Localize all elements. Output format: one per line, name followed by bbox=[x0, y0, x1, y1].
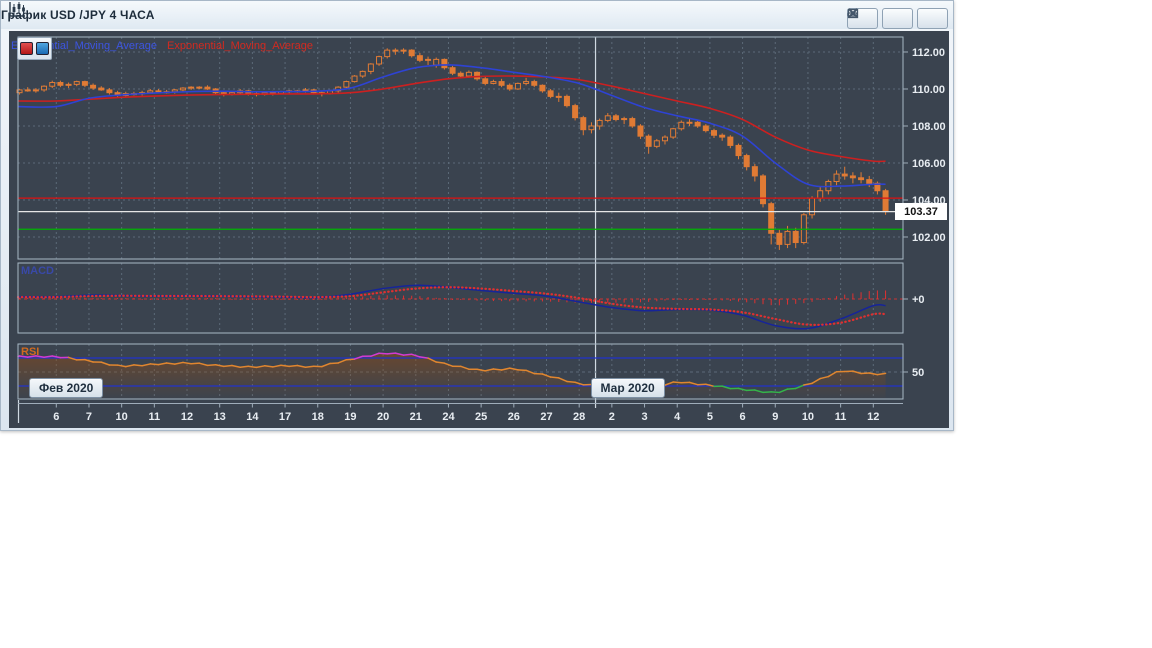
x-tick-label: 17 bbox=[279, 411, 291, 423]
x-tick-label: 14 bbox=[246, 411, 259, 423]
month-button-feb-2020[interactable]: Фев 2020 bbox=[29, 378, 104, 398]
red-series-swatch-button[interactable] bbox=[20, 42, 33, 55]
x-tick-label: 3 bbox=[641, 411, 647, 423]
x-tick-label: 28 bbox=[573, 411, 585, 423]
x-tick-label: 11 bbox=[835, 411, 847, 423]
x-tick-label: 9 bbox=[772, 411, 778, 423]
legend-button-panel bbox=[17, 37, 52, 60]
price-tick-label: 112.00 bbox=[912, 47, 945, 59]
rsi-panel-label: RSI bbox=[21, 346, 40, 358]
x-tick-label: 4 bbox=[674, 411, 681, 423]
macd-zero-tick-label: +0 bbox=[912, 294, 925, 306]
indicator-legend: Exponential_Moving_Average Exponential_M… bbox=[11, 40, 313, 52]
x-tick-label: 19 bbox=[344, 411, 356, 423]
price-tick-label: 102.00 bbox=[912, 232, 946, 244]
current-price-tag: 103.37 bbox=[895, 203, 947, 220]
chart-window: График USD /JPY 4 ЧАСА 6 7 10 11 12 13 14 17 18 1… bbox=[0, 0, 954, 431]
x-axis: 6 7 10 11 12 13 14 17 18 19 20 21 24 25 26 27 28 2 3 4 5 6 9 10… bbox=[18, 403, 903, 423]
x-tick-label: 24 bbox=[442, 411, 455, 423]
x-tick-label: 7 bbox=[86, 411, 92, 423]
x-tick-label: 21 bbox=[410, 411, 422, 423]
month-button-mar-2020[interactable]: Мар 2020 bbox=[590, 378, 665, 398]
x-tick-label: 10 bbox=[802, 411, 814, 423]
rsi-panel bbox=[17, 352, 903, 399]
price-tick-label: 110.00 bbox=[912, 84, 945, 96]
x-tick-label: 18 bbox=[312, 411, 324, 423]
rsi-mid-tick-label: 50 bbox=[912, 367, 924, 379]
x-tick-label: 11 bbox=[149, 411, 161, 423]
window-controls bbox=[847, 8, 948, 29]
x-tick-label: 12 bbox=[181, 411, 193, 423]
chart-client-area: 6 7 10 11 12 13 14 17 18 19 20 21 24 25 26 27 28 2 3 4 5 6 9 10… bbox=[9, 31, 949, 428]
candlestick-chart-icon bbox=[9, 2, 25, 17]
x-tick-label: 2 bbox=[609, 411, 615, 423]
x-tick-label: 10 bbox=[116, 411, 128, 423]
close-icon bbox=[848, 8, 858, 18]
x-tick-label: 5 bbox=[707, 411, 713, 423]
ema-slow-legend-label: Exponential_Moving_Average bbox=[167, 40, 313, 52]
blue-series-swatch-button[interactable] bbox=[36, 42, 49, 55]
title-bar[interactable]: График USD /JPY 4 ЧАСА bbox=[1, 1, 953, 29]
restore-button[interactable] bbox=[847, 8, 913, 29]
close-button[interactable] bbox=[848, 8, 948, 29]
macd-panel-label: MACD bbox=[21, 265, 54, 277]
x-tick-label: 12 bbox=[867, 411, 879, 423]
macd-panel bbox=[16, 284, 903, 330]
x-tick-label: 6 bbox=[53, 411, 59, 423]
x-tick-label: 20 bbox=[377, 411, 389, 423]
x-tick-label: 25 bbox=[475, 411, 487, 423]
price-tick-label: 106.00 bbox=[912, 158, 946, 170]
chart-canvas[interactable]: 6 7 10 11 12 13 14 17 18 19 20 21 24 25 26 27 28 2 3 4 5 6 9 10… bbox=[9, 31, 949, 428]
x-tick-label: 26 bbox=[508, 411, 520, 423]
x-tick-label: 27 bbox=[540, 411, 552, 423]
x-tick-label: 13 bbox=[214, 411, 226, 423]
price-tick-label: 108.00 bbox=[912, 121, 946, 133]
x-tick-label: 6 bbox=[740, 411, 746, 423]
